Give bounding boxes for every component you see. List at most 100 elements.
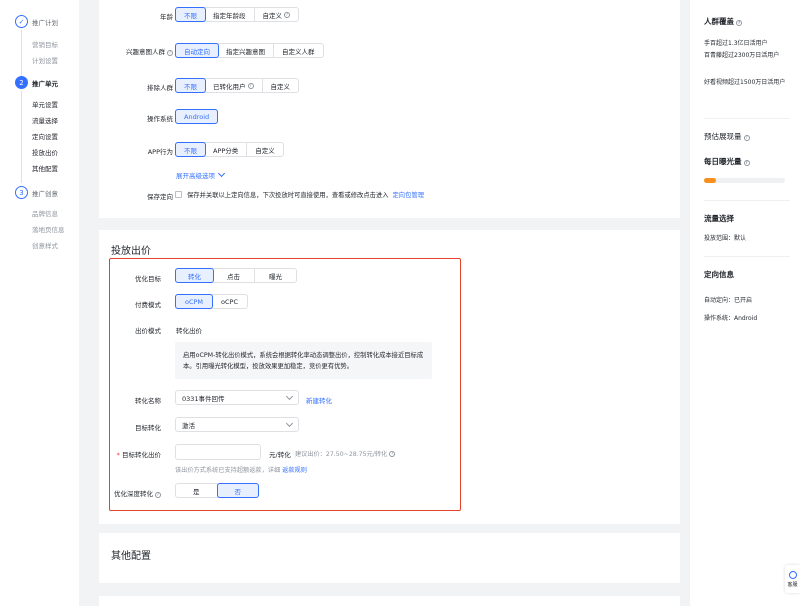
sidebar-item-traffic[interactable]: 流量选择 bbox=[32, 115, 58, 125]
divider bbox=[704, 200, 790, 201]
interest-label: 兴趣意图人群? bbox=[101, 46, 173, 56]
bid-info-box: 启用oCPM-转化出价模式，系统会根据转化率动态调整出价，控制转化成本接近目标成… bbox=[175, 342, 432, 379]
link-text: 展开高级选项 bbox=[176, 172, 215, 180]
goal-label: 优化目标 bbox=[135, 275, 161, 283]
help-icon[interactable]: ? bbox=[389, 450, 396, 457]
os-android-option[interactable]: Android bbox=[175, 109, 219, 124]
sidebar-item-unit-settings[interactable]: 单元设置 bbox=[32, 99, 58, 109]
chevron-down-icon bbox=[217, 169, 226, 178]
help-icon[interactable]: ? bbox=[736, 20, 742, 26]
step-connector bbox=[21, 91, 22, 183]
goal-conversion-option[interactable]: 转化 bbox=[175, 268, 214, 283]
button-label: 客服 bbox=[787, 581, 798, 588]
divider bbox=[704, 118, 790, 119]
goal-exposure-option[interactable]: 曝光 bbox=[255, 269, 296, 282]
goal-selector: 转化 点击 曝光 bbox=[175, 268, 297, 283]
headset-icon bbox=[788, 570, 797, 579]
save-targeting-label: 保存定向 bbox=[147, 193, 173, 201]
targeting-card: 年龄 不限 指定年龄段 自定义? 兴趣意图人群? 自动定向 指定兴趣意图 自定义… bbox=[99, 0, 680, 218]
age-custom-option[interactable]: 自定义? bbox=[255, 8, 299, 21]
step-creative[interactable]: 3 推广创意 bbox=[15, 186, 58, 199]
exclude-selector: 不限 已转化用户? 自定义 bbox=[175, 78, 299, 93]
audience-title: 人群覆盖? bbox=[704, 16, 742, 27]
help-icon[interactable]: ? bbox=[155, 492, 161, 498]
pay-ocpc-option[interactable]: oCPC bbox=[212, 295, 247, 308]
other-config-card: 其他配置 bbox=[99, 533, 680, 583]
required-mark: * bbox=[116, 451, 120, 459]
title-text: 每日曝光量 bbox=[704, 157, 742, 166]
sidebar-item-bidding[interactable]: 投放出价 bbox=[32, 147, 58, 157]
step-label: 推广计划 bbox=[32, 18, 58, 27]
os-info: 操作系统：Android bbox=[704, 315, 758, 322]
summary-panel: 人群覆盖? 手百超过1.3亿日活用户 百青藤超过2300万日活用户 好看视频超过… bbox=[690, 0, 800, 606]
sidebar-item-creative-style[interactable]: 创意样式 bbox=[32, 240, 58, 250]
conv-name-select[interactable]: 0331事件回传 bbox=[175, 390, 299, 405]
goal-click-option[interactable]: 点击 bbox=[213, 269, 255, 282]
deep-no-option[interactable]: 否 bbox=[216, 483, 259, 498]
pay-ocpm-option[interactable]: oCPM bbox=[175, 294, 214, 309]
sidebar-item-landing[interactable]: 落地页信息 bbox=[32, 224, 65, 234]
step-number: 2 bbox=[15, 76, 28, 89]
step-label: 推广单元 bbox=[32, 79, 58, 88]
save-targeting-row: 保存并关联以上定向信息，下次投放时可直接使用，查看或修改点击进入 定向包管理 bbox=[175, 190, 424, 199]
target-conv-label: 目标转化 bbox=[135, 424, 161, 432]
expand-advanced-link[interactable]: 展开高级选项 bbox=[176, 169, 226, 180]
new-conversion-link[interactable]: 新建转化 bbox=[306, 395, 332, 405]
exclude-custom-option[interactable]: 自定义 bbox=[263, 79, 299, 92]
help-icon[interactable]: ? bbox=[167, 50, 173, 56]
step-plan[interactable]: ✓ 推广计划 bbox=[15, 15, 58, 28]
targeting-info-title: 定向信息 bbox=[704, 270, 734, 279]
exclude-converted-option[interactable]: 已转化用户? bbox=[205, 79, 263, 92]
help-icon[interactable]: ? bbox=[743, 135, 750, 141]
help-icon[interactable]: ? bbox=[284, 11, 290, 18]
bid-mode-label: 出价模式 bbox=[135, 327, 161, 335]
sidebar-item-targeting[interactable]: 定向设置 bbox=[32, 131, 58, 141]
deep-yes-option[interactable]: 是 bbox=[176, 484, 218, 497]
title-text: 预估展现量 bbox=[704, 132, 742, 141]
sidebar-item-marketing-goal[interactable]: 营销目标 bbox=[32, 39, 58, 49]
exclude-label: 排除人群 bbox=[147, 84, 173, 92]
app-selector: 不限 APP分类 自定义 bbox=[175, 142, 284, 157]
app-custom-option[interactable]: 自定义 bbox=[247, 143, 283, 156]
interest-custom-option[interactable]: 自定义人群 bbox=[274, 44, 323, 57]
help-icon[interactable]: ? bbox=[247, 82, 254, 89]
sidebar-item-plan-settings[interactable]: 计划设置 bbox=[32, 55, 58, 65]
customer-service-button[interactable]: 客服 bbox=[785, 565, 800, 593]
deep-conv-label: 优化深度转化? bbox=[89, 488, 161, 498]
refund-rules-link[interactable]: 返款规则 bbox=[282, 467, 307, 474]
exclude-unlimited-option[interactable]: 不限 bbox=[175, 78, 206, 93]
age-label: 年龄 bbox=[160, 13, 173, 21]
help-icon[interactable]: ? bbox=[743, 160, 750, 166]
bidding-title: 投放出价 bbox=[111, 246, 151, 257]
next-card bbox=[99, 596, 680, 606]
sidebar-item-brand[interactable]: 品牌信息 bbox=[32, 208, 58, 218]
interest-auto-option[interactable]: 自动定向 bbox=[175, 43, 219, 58]
app-unlimited-option[interactable]: 不限 bbox=[175, 142, 206, 157]
sidebar-item-other[interactable]: 其他配置 bbox=[32, 163, 58, 173]
age-unlimited-option[interactable]: 不限 bbox=[175, 7, 206, 22]
label-text: 目标转化出价 bbox=[122, 451, 161, 459]
step-label: 推广创意 bbox=[32, 189, 58, 198]
pay-selector: oCPM oCPC bbox=[175, 294, 249, 309]
interest-specified-option[interactable]: 指定兴趣意图 bbox=[218, 44, 274, 57]
option-label: 已转化用户 bbox=[213, 82, 246, 91]
select-value: 激活 bbox=[182, 421, 195, 430]
step-unit[interactable]: 2 推广单元 bbox=[15, 76, 58, 89]
age-range-option[interactable]: 指定年龄段 bbox=[205, 8, 255, 21]
app-label: APP行为 bbox=[147, 148, 173, 156]
suggestion-text: 建议出价：27.50~28.75元/转化 bbox=[295, 451, 388, 458]
target-bid-input[interactable] bbox=[175, 444, 261, 460]
app-category-option[interactable]: APP分类 bbox=[205, 143, 248, 156]
audience-line: 手百超过1.3亿日活用户 bbox=[704, 40, 768, 47]
step-number: 3 bbox=[15, 186, 28, 199]
select-value: 0331事件回传 bbox=[182, 394, 225, 403]
targeting-pack-link[interactable]: 定向包管理 bbox=[393, 190, 424, 199]
deep-conv-selector: 是 否 bbox=[175, 483, 259, 498]
daily-exposure-title: 每日曝光量? bbox=[704, 156, 750, 167]
check-icon: ✓ bbox=[15, 15, 28, 28]
os-label: 操作系统 bbox=[147, 115, 173, 123]
save-targeting-checkbox[interactable] bbox=[175, 191, 182, 198]
traffic-title: 流量选择 bbox=[704, 214, 734, 223]
label-text: 优化深度转化 bbox=[114, 490, 153, 498]
target-conv-select[interactable]: 激活 bbox=[175, 417, 299, 432]
